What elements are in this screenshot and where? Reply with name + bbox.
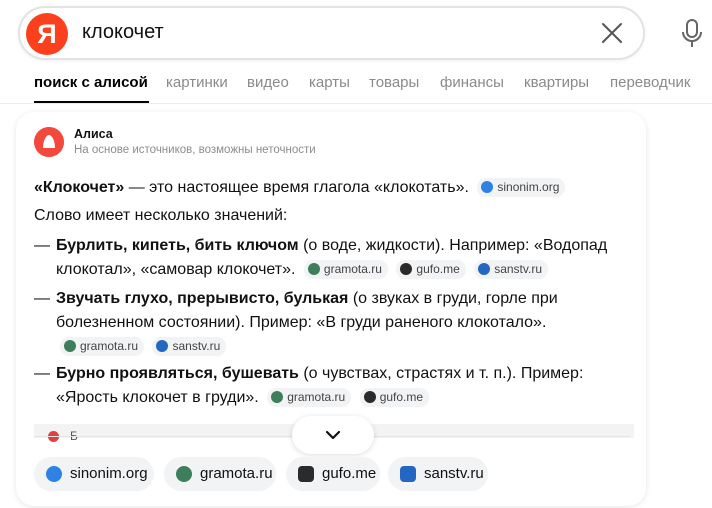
alice-disclaimer: На основе источников, возможны неточност… [74,144,316,156]
tab-video[interactable]: видео [247,74,289,91]
chevron-down-icon [325,430,341,440]
sinonim-icon [46,466,62,482]
list-dash: — [34,237,50,254]
source-chip-sanstv[interactable]: sanstv.ru [152,337,227,356]
alice-name: Алиса [74,127,113,141]
sanstv-icon [400,466,416,482]
gramota-icon [271,391,284,403]
list-item: — Звучать глухо, прерывисто, булькая (о … [34,287,634,359]
microphone-icon[interactable] [678,18,706,50]
yandex-logo[interactable]: Я [26,13,68,55]
gramota-icon [176,466,192,482]
source-chip-gramota[interactable]: gramota.ru [60,337,145,356]
source-chip-sinonim[interactable]: sinonim.org [477,178,566,197]
answer-intro: «Клокочет» — это настоящее время глагола… [34,176,566,200]
tab-translator[interactable]: переводчик [610,74,690,91]
source-pill-sinonim[interactable]: sinonim.org [34,457,154,491]
gramota-icon [64,340,76,352]
source-chip-gufo[interactable]: gufo.me [396,260,466,279]
source-chip-gufo[interactable]: gufo.me [359,388,430,407]
source-chip-sanstv[interactable]: sanstv.ru [474,260,548,279]
source-chip-gramota[interactable]: gramota.ru [267,388,352,407]
search-input[interactable]: клокочет [82,21,164,44]
tab-finance[interactable]: финансы [440,74,504,91]
gufo-owl-icon [298,466,314,482]
meanings-title: Слово имеет несколько значений: [34,207,288,224]
list-item: — Бурлить, кипеть, бить ключом (о воде, … [34,234,634,282]
active-tab-indicator [34,101,149,103]
meaning-term: Звучать глухо, прерывисто, булькая [56,290,349,307]
intro-text: — это настоящее время глагола «клокотать… [124,179,469,196]
intro-term: «Клокочет» [34,179,125,196]
search-bar[interactable]: Я клокочет [18,6,645,60]
source-pill-sanstv[interactable]: sanstv.ru [388,457,488,491]
tab-maps[interactable]: карты [309,74,350,91]
source-chip-gramota[interactable]: gramota.ru [303,260,388,279]
gufo-owl-icon [400,263,413,275]
expand-answer-button[interactable] [292,416,374,454]
tab-apartments[interactable]: квартиры [524,74,589,91]
meaning-term: Бурлить, кипеть, бить ключом [56,237,299,254]
gramota-icon [307,263,320,275]
list-item: — Бурно проявляться, бушевать (о чувства… [34,362,634,410]
list-dash: — [34,365,50,382]
sanstv-icon [156,340,169,352]
gufo-owl-icon [363,391,376,403]
sinonim-icon [481,181,494,193]
list-dash: — [34,290,50,307]
alice-icon [34,127,64,157]
source-pill-gramota[interactable]: gramota.ru [164,457,276,491]
clear-search-icon[interactable] [599,20,625,46]
tab-alice[interactable]: поиск с алисой [34,74,148,91]
search-tabs: поиск с алисой картинки видео карты това… [0,70,712,104]
source-pill-gufo[interactable]: gufo.me [286,457,380,491]
sanstv-icon [478,263,491,275]
tab-images[interactable]: картинки [166,74,228,91]
alice-answer-card: Алиса На основе источников, возможны нет… [16,112,646,506]
meaning-term: Бурно проявляться, бушевать [56,365,299,382]
tab-products[interactable]: товары [369,74,419,91]
